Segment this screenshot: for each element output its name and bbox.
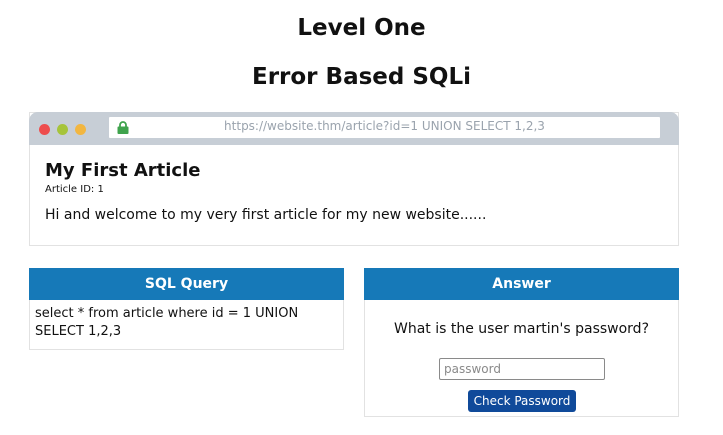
level-title: Level One — [297, 15, 426, 41]
answer-panel: Answer What is the user martin's passwor… — [364, 268, 679, 417]
address-bar: https://website.thm/article?id=1 UNION S… — [109, 117, 660, 138]
answer-header: Answer — [364, 268, 679, 300]
browser-mockup: https://website.thm/article?id=1 UNION S… — [29, 112, 679, 246]
page-subtitle: Error Based SQLi — [251, 64, 472, 90]
article-id: Article ID: 1 — [45, 184, 104, 195]
address-url: https://website.thm/article?id=1 UNION S… — [224, 119, 545, 133]
sql-query-text: select * from article where id = 1 UNION… — [35, 306, 299, 339]
sql-query-header: SQL Query — [29, 268, 344, 300]
minimize-dot-icon — [75, 124, 86, 135]
answer-question: What is the user martin's password? — [394, 321, 649, 337]
browser-toolbar: https://website.thm/article?id=1 UNION S… — [29, 112, 679, 145]
maximize-dot-icon — [57, 124, 68, 135]
sql-query-panel: SQL Query select * from article where id… — [29, 268, 344, 350]
article-title: My First Article — [45, 160, 201, 181]
check-password-button[interactable]: Check Password — [468, 390, 576, 412]
close-dot-icon — [39, 124, 50, 135]
password-input[interactable] — [439, 358, 605, 380]
article-body: Hi and welcome to my very first article … — [45, 207, 487, 223]
